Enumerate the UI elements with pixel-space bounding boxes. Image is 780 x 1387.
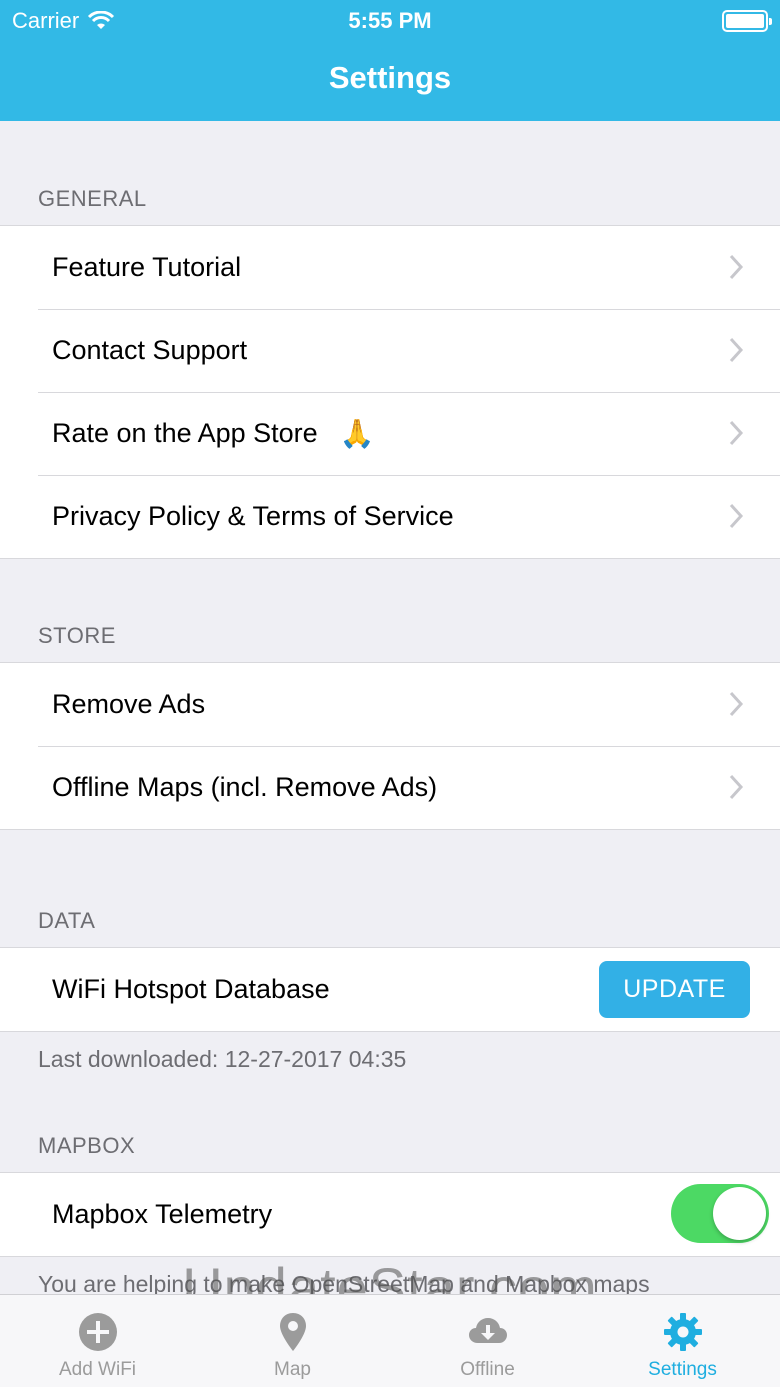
status-bar: Carrier 5:55 PM: [0, 6, 780, 36]
navigation-bar: Carrier 5:55 PM Settings: [0, 0, 780, 121]
row-label: Rate on the App Store: [52, 418, 318, 448]
tab-offline[interactable]: Offline: [390, 1295, 585, 1387]
wifi-hotspot-database-row: WiFi Hotspot Database UPDATE: [0, 948, 780, 1031]
mapbox-telemetry-row: Mapbox Telemetry: [0, 1173, 780, 1256]
section-header-mapbox: MAPBOX: [38, 1133, 136, 1158]
cloud-download-icon: [468, 1318, 507, 1343]
row-label: Offline Maps (incl. Remove Ads): [52, 772, 438, 802]
section-header-data: DATA: [38, 908, 96, 933]
general-group: Feature Tutorial Contact Support Rate on…: [0, 225, 780, 559]
toggle-knob: [713, 1187, 766, 1240]
tab-map[interactable]: Map: [195, 1295, 390, 1387]
update-button[interactable]: UPDATE: [599, 961, 750, 1018]
mapbox-group: Mapbox Telemetry: [0, 1172, 780, 1257]
remove-ads-row[interactable]: Remove Ads: [0, 663, 780, 746]
tab-add-wifi[interactable]: Add WiFi: [0, 1295, 195, 1387]
row-label: Feature Tutorial: [52, 252, 242, 282]
battery-icon: [722, 10, 772, 32]
privacy-policy-row[interactable]: Privacy Policy & Terms of Service: [0, 475, 780, 558]
gear-icon: [663, 1313, 702, 1351]
feature-tutorial-row[interactable]: Feature Tutorial: [0, 226, 780, 309]
tab-label: Offline: [460, 1359, 515, 1380]
last-downloaded-text: Last downloaded: 12-27-2017 04:35: [38, 1046, 407, 1072]
map-pin-icon: [279, 1313, 306, 1351]
row-label: Privacy Policy & Terms of Service: [52, 501, 454, 531]
rate-app-store-row[interactable]: Rate on the App Store 🙏: [0, 392, 780, 475]
chevron-right-icon: [729, 503, 744, 529]
chevron-right-icon: [729, 337, 744, 363]
page-title: Settings: [328, 60, 452, 95]
row-label: Remove Ads: [52, 689, 206, 719]
status-time: 5:55 PM: [348, 8, 432, 33]
telemetry-toggle[interactable]: [671, 1184, 769, 1243]
tab-label: Add WiFi: [58, 1359, 137, 1380]
tab-label: Map: [274, 1359, 311, 1380]
tab-label: Settings: [648, 1359, 717, 1380]
praying-hands-icon: 🙏: [339, 418, 375, 449]
chevron-right-icon: [729, 254, 744, 280]
tab-settings[interactable]: Settings: [585, 1295, 780, 1387]
section-header-store: STORE: [38, 623, 116, 648]
section-header-general: GENERAL: [38, 186, 147, 211]
row-label: WiFi Hotspot Database: [52, 974, 330, 1004]
row-label: Mapbox Telemetry: [52, 1199, 273, 1229]
offline-maps-row[interactable]: Offline Maps (incl. Remove Ads): [0, 746, 780, 829]
contact-support-row[interactable]: Contact Support: [0, 309, 780, 392]
plus-circle-icon: [78, 1313, 117, 1351]
store-group: Remove Ads Offline Maps (incl. Remove Ad…: [0, 662, 780, 830]
row-label: Contact Support: [52, 335, 248, 365]
chevron-right-icon: [729, 774, 744, 800]
data-group: WiFi Hotspot Database UPDATE: [0, 947, 780, 1032]
chevron-right-icon: [729, 691, 744, 717]
chevron-right-icon: [729, 420, 744, 446]
tab-bar: Add WiFi Map Offline Settings: [0, 1294, 780, 1387]
